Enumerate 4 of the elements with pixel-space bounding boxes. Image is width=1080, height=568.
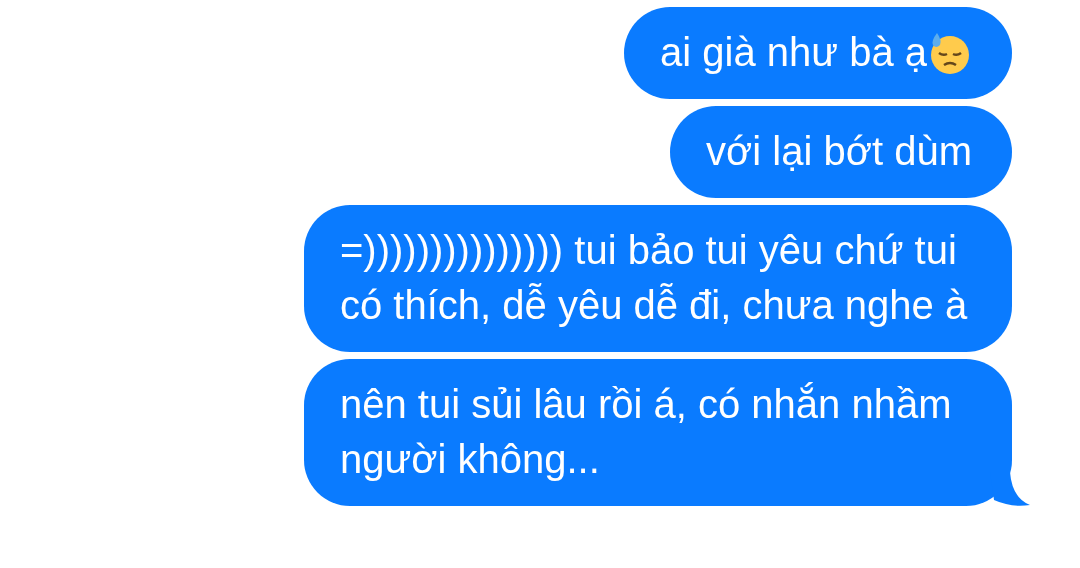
bubble-tail-icon xyxy=(990,472,1030,506)
message-bubble: với lại bớt dùm xyxy=(670,106,1012,198)
message-bubble: =))))))))))))))) tui bảo tui yêu chứ tui có thích, dễ yêu dễ đi, chưa nghe à xyxy=(304,205,1012,352)
message-bubble: ai già như bà ạ xyxy=(624,7,1012,99)
